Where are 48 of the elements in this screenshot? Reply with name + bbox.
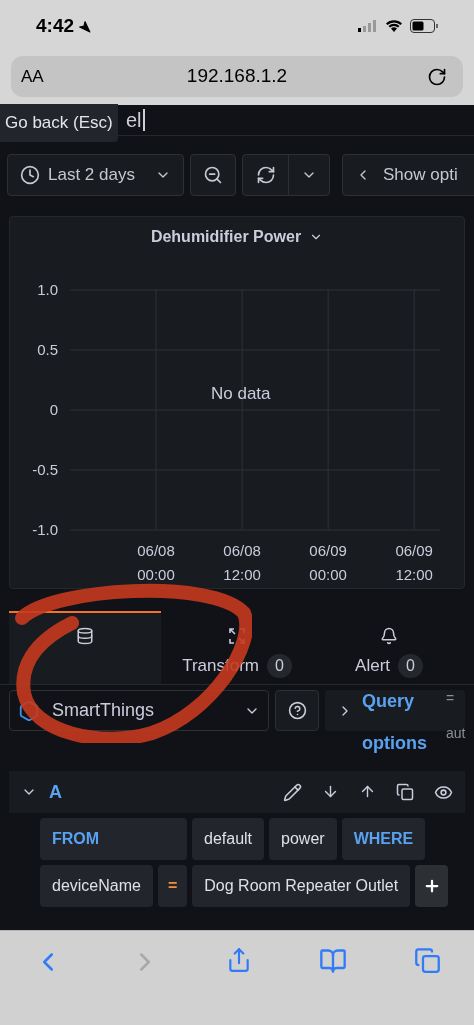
tabs-icon[interactable] (413, 947, 441, 974)
url-text: 192.168.1.2 (185, 64, 289, 89)
show-options-button[interactable]: Show opti (342, 154, 474, 196)
location-arrow-icon (78, 19, 92, 33)
operator-segment[interactable]: = (157, 865, 188, 907)
wifi-icon (386, 20, 402, 32)
count-badge: 0 (398, 653, 423, 678)
address-bar[interactable]: AA 192.168.1.2 (11, 56, 463, 97)
database-icon (76, 627, 94, 645)
y-tick-label: -0.5 (31, 460, 58, 480)
add-button[interactable] (415, 865, 449, 907)
options-summary: aut (446, 724, 466, 743)
time-range-picker[interactable]: Last 2 days (7, 154, 184, 196)
y-tick-label: 0.5 (36, 340, 58, 360)
tag-value-segment[interactable]: Dog Room Repeater Outlet (192, 865, 411, 907)
refresh-icon (255, 165, 276, 185)
query-letter[interactable]: A (49, 778, 62, 806)
x-tick-label: 06/08 12:00 (222, 541, 262, 585)
x-tick-label: 06/09 00:00 (308, 541, 348, 585)
options-summary: = (446, 689, 455, 708)
help-icon (287, 701, 307, 720)
battery-icon (410, 19, 438, 33)
signal-icon (358, 20, 378, 32)
copy-icon[interactable] (396, 782, 414, 801)
panel-title-field[interactable]: el (126, 109, 145, 131)
panel-title[interactable]: Dehumidifier Power (150, 225, 302, 249)
x-tick-label: 06/09 12:00 (394, 541, 434, 585)
go-back-tooltip: Go back (Esc) (0, 104, 118, 142)
bookmarks-icon[interactable] (319, 947, 348, 975)
clock-time: 4:42 (36, 13, 75, 38)
help-button[interactable] (275, 690, 319, 731)
zoom-out-button[interactable] (190, 154, 236, 196)
y-tick-label: 0 (48, 400, 58, 420)
x-tick-label: 06/08 00:00 (136, 541, 176, 585)
policy-segment[interactable]: default (192, 818, 265, 860)
no-data-label: No data (211, 383, 271, 405)
measurement-segment[interactable]: power (269, 818, 337, 860)
pencil-icon[interactable] (283, 782, 302, 802)
where-keyword: WHERE (341, 818, 426, 860)
text-size-button[interactable]: AA (21, 63, 53, 90)
zoom-out-icon (203, 165, 223, 185)
y-tick-label: -1.0 (31, 520, 58, 540)
bell-icon (380, 627, 398, 645)
count-badge: 0 (266, 653, 292, 678)
tag-key-segment[interactable]: deviceName (40, 865, 153, 907)
from-keyword: FROM (40, 818, 187, 860)
clock-icon (20, 165, 40, 185)
y-tick-label: 1.0 (36, 280, 58, 300)
